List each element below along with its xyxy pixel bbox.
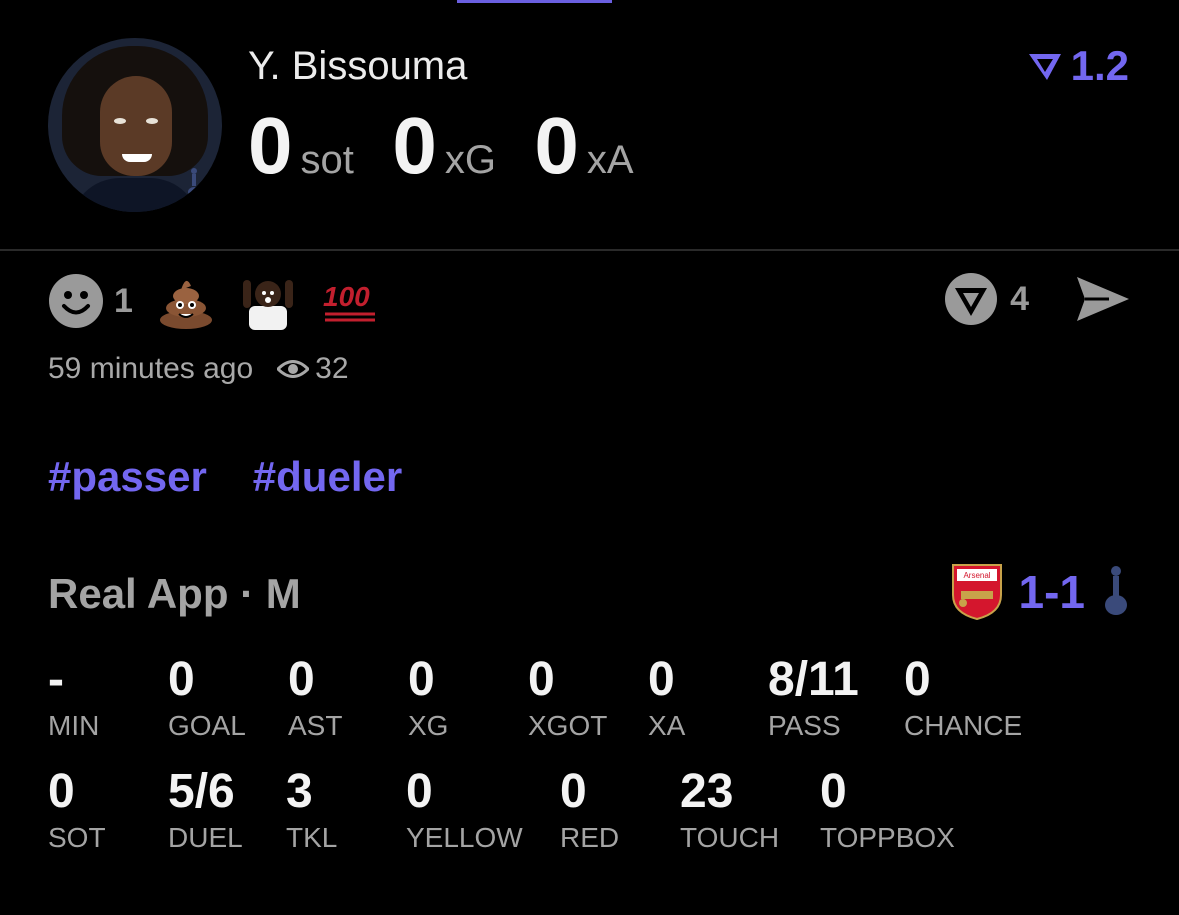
stat-red: 0 RED (560, 765, 620, 853)
tag-passer[interactable]: #passer (48, 453, 207, 500)
reactions-bar: 1 100 (48, 272, 403, 330)
smile-face-icon[interactable] (48, 273, 104, 329)
headline-stats: 0 sot 0 xG 0 xA (248, 100, 668, 190)
player-rating[interactable]: 1.2 (1027, 42, 1129, 90)
rating-logo-icon (1028, 54, 1061, 80)
rating-value: 1.2 (1070, 42, 1129, 89)
smile-count: 1 (114, 281, 133, 320)
tottenham-crest-icon (188, 168, 200, 197)
svg-text:Arsenal: Arsenal (963, 571, 990, 580)
score-value: 1-1 (1018, 566, 1085, 618)
top-indicator-bar (457, 0, 612, 3)
stat-xa: 0 xA (534, 101, 634, 190)
match-score[interactable]: Arsenal 1-1 (951, 563, 1131, 621)
post-actions: 4 (944, 272, 1131, 326)
tottenham-crest-icon (1105, 566, 1127, 615)
stat-yellow: 0 YELLOW (406, 765, 523, 853)
player-avatar[interactable] (48, 38, 222, 212)
player-name[interactable]: Y. Bissouma (248, 44, 467, 89)
shocked-person-emoji-icon[interactable] (239, 272, 297, 330)
vote-count: 4 (1010, 279, 1029, 318)
stat-goal: 0 GOAL (168, 653, 246, 741)
stat-sot: 0 sot (248, 101, 354, 190)
stat-min: - MIN (48, 653, 100, 741)
stat-touch: 23 TOUCH (680, 765, 780, 853)
poop-emoji-icon[interactable] (157, 272, 215, 330)
stat-sot: 0 SOT (48, 765, 106, 853)
post-meta: 59 minutes ago 32 (48, 352, 349, 386)
send-icon[interactable] (1075, 275, 1131, 323)
stat-chance: 0 CHANCE (904, 653, 1023, 741)
stat-xgot: 0 XGOT (528, 653, 608, 741)
eye-icon (277, 360, 310, 378)
tag-dueler[interactable]: #dueler (253, 453, 402, 500)
hundred-points-emoji-icon[interactable]: 100 (321, 272, 379, 330)
post-time: 59 minutes ago (48, 352, 254, 385)
stat-xa: 0 XA (648, 653, 686, 741)
stat-xg: 0 XG (408, 653, 449, 741)
section-divider (0, 249, 1179, 251)
vote-logo-icon[interactable] (944, 272, 998, 326)
stat-ast: 0 AST (288, 653, 343, 741)
stat-xg: 0 xG (392, 101, 496, 190)
stat-duel: 5/6 DUEL (168, 765, 243, 853)
stat-pass: 8/11 PASS (768, 653, 859, 741)
stat-tkl: 3 TKL (286, 765, 338, 853)
arsenal-crest-icon: Arsenal (951, 564, 1002, 621)
match-label: Real App · M (48, 570, 301, 617)
hashtags: #passer #dueler (48, 453, 448, 501)
svg-text:100: 100 (323, 281, 370, 312)
stat-toppbox: 0 TOPPBOX (820, 765, 955, 853)
view-count: 32 (277, 352, 349, 386)
